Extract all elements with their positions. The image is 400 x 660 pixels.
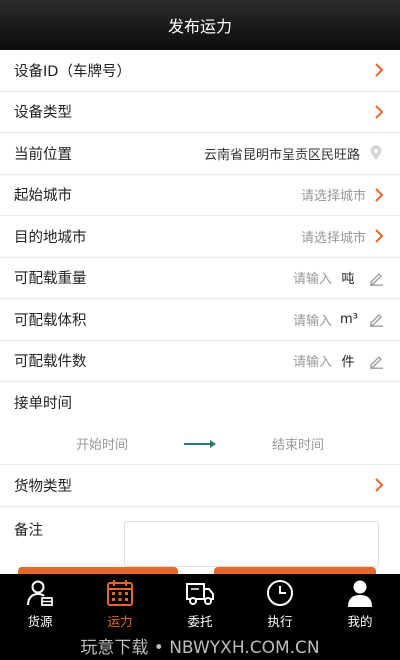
user-cargo-icon bbox=[27, 580, 53, 606]
tab-execute-label: 执行 bbox=[267, 614, 293, 629]
tab-cargo-source[interactable]: 货源 bbox=[0, 574, 80, 630]
cargo-type-label: 货物类型 bbox=[14, 478, 72, 495]
start-city-row[interactable]: 起始城市 请选择城市 bbox=[0, 175, 400, 216]
device-type-label: 设备类型 bbox=[14, 105, 72, 122]
volume-row: 可配载体积 请输入 m³ bbox=[0, 299, 400, 341]
volume-unit: m³ bbox=[340, 311, 358, 327]
person-icon bbox=[348, 580, 372, 607]
pieces-label: 可配载件数 bbox=[14, 354, 87, 371]
start-city-label: 起始城市 bbox=[14, 188, 72, 205]
clock-icon bbox=[267, 580, 293, 606]
weight-unit: 吨 bbox=[341, 272, 355, 288]
cargo-type-row[interactable]: 货物类型 bbox=[0, 465, 400, 507]
chevron-right-icon bbox=[375, 63, 384, 77]
publish-capacity-form: 设备ID（车牌号） 设备类型 当前位置 云南省昆明市呈贡区民旺路 起始城市 请选… bbox=[0, 50, 400, 573]
truck-icon bbox=[186, 583, 214, 605]
pieces-row: 可配载件数 请输入 件 bbox=[0, 341, 400, 382]
start-time-picker[interactable]: 开始时间 bbox=[47, 434, 157, 453]
chevron-right-icon bbox=[375, 229, 384, 243]
remark-row: 备注 bbox=[0, 507, 400, 573]
tab-mine-label: 我的 bbox=[347, 614, 373, 629]
tab-entrust-label: 委托 bbox=[187, 614, 213, 629]
remark-label: 备注 bbox=[14, 522, 43, 539]
page-title: 发布运力 bbox=[167, 17, 232, 36]
weight-row: 可配载重量 请输入 吨 bbox=[0, 258, 400, 299]
calendar-icon bbox=[107, 580, 133, 606]
dest-city-row[interactable]: 目的地城市 请选择城市 bbox=[0, 216, 400, 258]
device-id-label: 设备ID（车牌号） bbox=[14, 63, 131, 80]
weight-label: 可配载重量 bbox=[14, 271, 87, 288]
current-location-value: 云南省昆明市呈贡区民旺路 bbox=[203, 147, 360, 163]
current-location-row[interactable]: 当前位置 云南省昆明市呈贡区民旺路 bbox=[0, 133, 400, 175]
watermark-text: 玩意下载 • NBWYXH.COM.CN bbox=[80, 637, 320, 658]
weight-input[interactable]: 请输入 bbox=[293, 268, 332, 287]
tab-entrust[interactable]: 委托 bbox=[160, 574, 240, 630]
edit-pencil-icon[interactable] bbox=[368, 311, 384, 328]
remark-textarea[interactable] bbox=[124, 520, 379, 567]
location-pin-icon bbox=[370, 145, 382, 161]
volume-label: 可配载体积 bbox=[14, 312, 87, 329]
chevron-right-icon bbox=[375, 188, 384, 202]
dest-city-label: 目的地城市 bbox=[14, 229, 87, 246]
tab-mine[interactable]: 我的 bbox=[320, 574, 400, 630]
chevron-right-icon bbox=[375, 478, 384, 492]
volume-input[interactable]: 请输入 bbox=[293, 310, 332, 329]
pieces-input[interactable]: 请输入 bbox=[293, 351, 332, 370]
edit-pencil-icon[interactable] bbox=[368, 270, 384, 286]
end-time-picker[interactable]: 结束时间 bbox=[243, 434, 353, 453]
app-header: 发布运力 bbox=[0, 0, 400, 50]
device-type-row[interactable]: 设备类型 bbox=[0, 92, 400, 133]
tab-capacity[interactable]: 运力 bbox=[80, 574, 160, 630]
order-time-row: 接单时间 bbox=[0, 382, 400, 424]
pieces-unit: 件 bbox=[341, 355, 355, 371]
dest-city-select[interactable]: 请选择城市 bbox=[301, 227, 366, 246]
chevron-right-icon bbox=[375, 105, 384, 119]
arrow-right-icon bbox=[184, 439, 216, 448]
start-city-select[interactable]: 请选择城市 bbox=[301, 185, 366, 204]
tab-execute[interactable]: 执行 bbox=[240, 574, 320, 630]
time-range-row: 开始时间 结束时间 bbox=[0, 424, 400, 465]
edit-pencil-icon[interactable] bbox=[368, 353, 384, 369]
tab-capacity-label: 运力 bbox=[107, 614, 133, 629]
watermark-banner: 玩意下载 • NBWYXH.COM.CN bbox=[0, 630, 400, 660]
bottom-tab-bar: 货源 运力 委托 执行 我的 bbox=[0, 574, 400, 630]
order-time-label: 接单时间 bbox=[14, 396, 72, 413]
current-location-label: 当前位置 bbox=[14, 146, 72, 163]
device-id-row[interactable]: 设备ID（车牌号） bbox=[0, 50, 400, 92]
tab-cargo-source-label: 货源 bbox=[27, 614, 53, 629]
